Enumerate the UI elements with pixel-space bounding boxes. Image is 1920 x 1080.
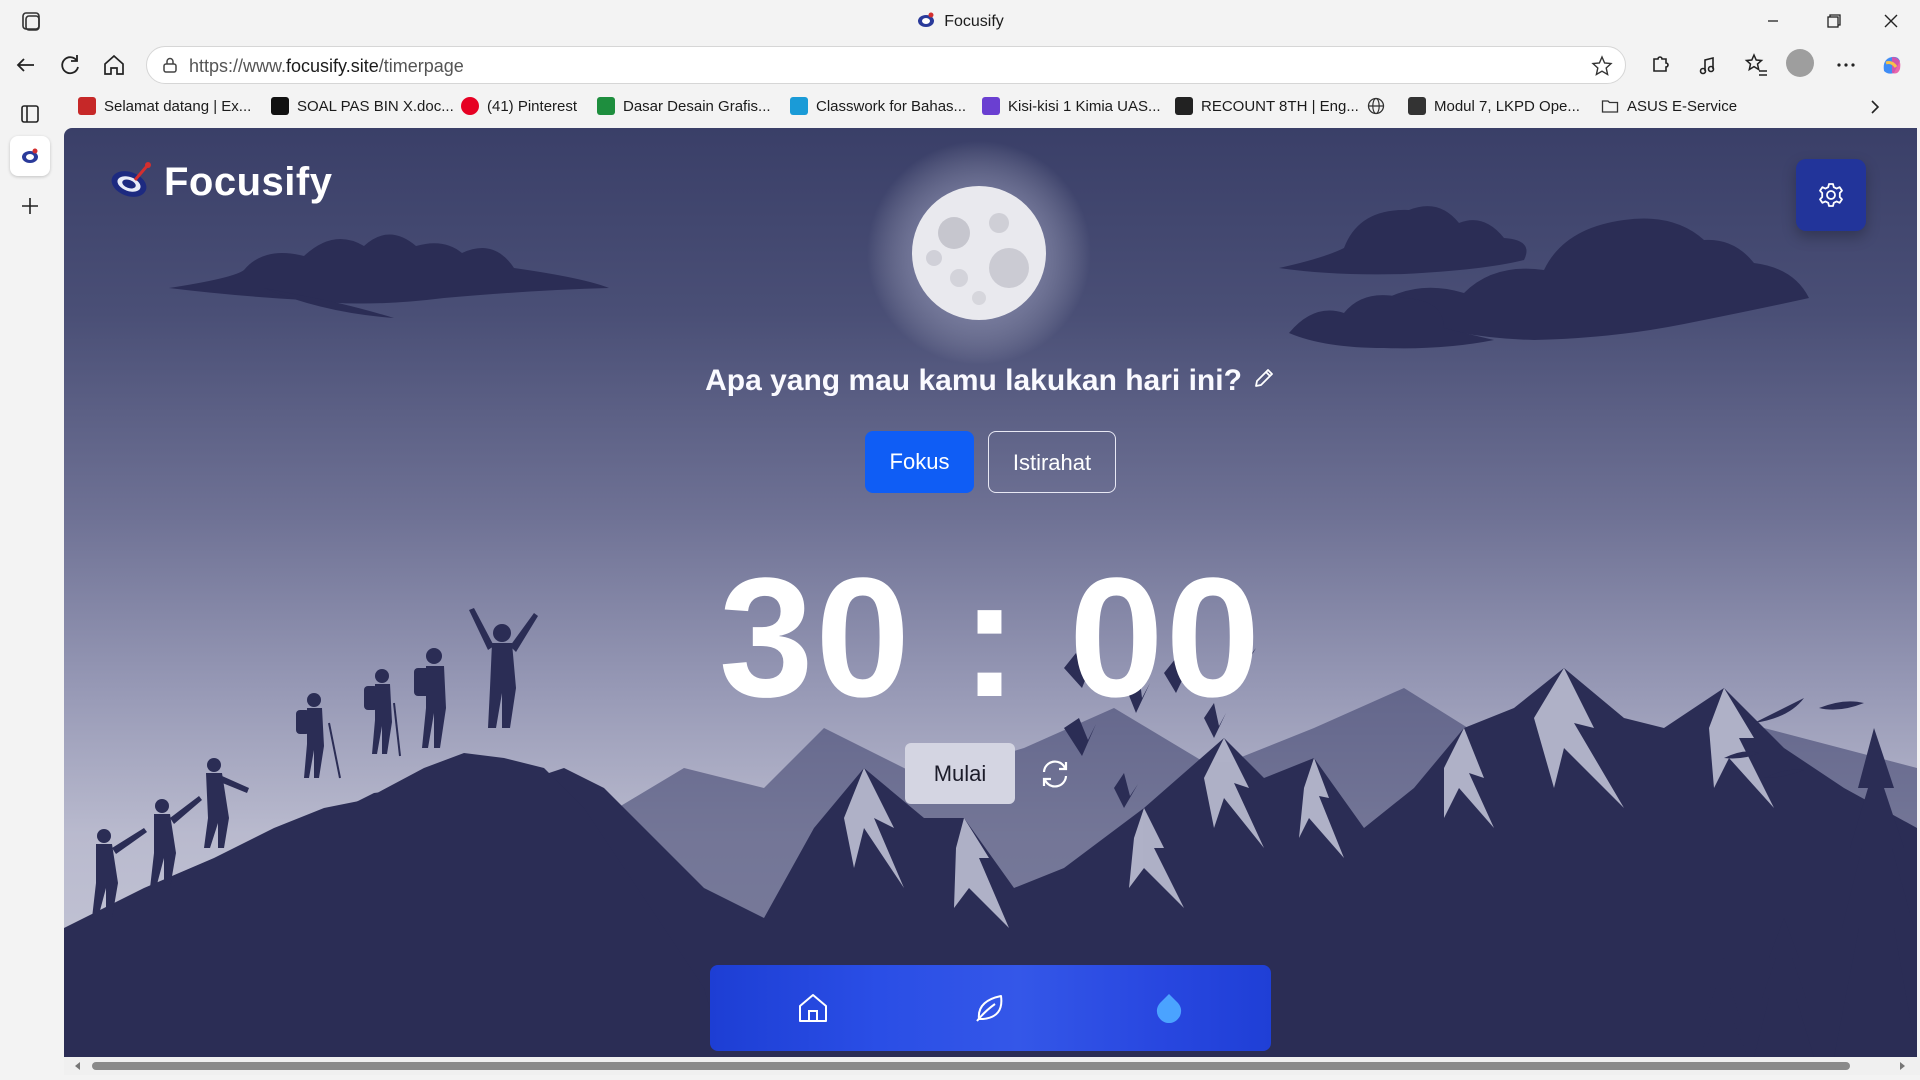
focusify-favicon-icon	[918, 12, 935, 27]
title-bar: Focusify	[0, 0, 1920, 42]
address-bar[interactable]: https://www.focusify.site/timerpage	[146, 46, 1626, 84]
gear-icon	[1819, 183, 1843, 207]
bookmark-item[interactable]: Dasar Desain Grafis...	[597, 97, 771, 117]
more-menu-icon[interactable]	[1832, 51, 1860, 79]
favorites-icon[interactable]	[1742, 51, 1770, 79]
url-prefix: https://www.	[189, 56, 287, 76]
copilot-icon[interactable]	[1878, 51, 1906, 79]
reset-icon[interactable]	[1036, 755, 1074, 793]
home-icon[interactable]	[794, 989, 832, 1027]
focus-mode-button[interactable]: Fokus	[865, 431, 974, 493]
url-path: /timerpage	[378, 56, 464, 76]
scroll-left-icon[interactable]	[72, 1060, 84, 1072]
timer-minutes: 30	[718, 543, 912, 733]
bookmark-item[interactable]: Classwork for Bahas...	[790, 97, 966, 117]
moon-icon	[912, 186, 1046, 320]
brand-name: Focusify	[164, 160, 333, 204]
leaf-icon[interactable]	[971, 989, 1009, 1027]
headline-text: Apa yang mau kamu lakukan hari ini?	[705, 364, 1242, 397]
scroll-right-icon[interactable]	[1896, 1060, 1908, 1072]
toolbar: https://www.focusify.site/timerpage	[0, 42, 1920, 88]
form-icon	[982, 97, 1000, 115]
close-icon[interactable]	[1874, 8, 1908, 34]
favorite-star-icon[interactable]	[1591, 55, 1613, 77]
bookmark-label: Classwork for Bahas...	[816, 98, 967, 115]
bookmark-label: Dasar Desain Grafis...	[623, 98, 771, 115]
start-button[interactable]: Mulai	[905, 743, 1015, 804]
quizizz-icon	[1175, 97, 1193, 115]
bookmark-item[interactable]: SOAL PAS BIN X.doc...	[271, 97, 454, 117]
classroom-icon	[790, 97, 808, 115]
summit-hill	[64, 753, 724, 1057]
bookmark-label: (41) Pinterest	[487, 98, 578, 115]
tab-actions-icon[interactable]	[16, 100, 44, 128]
window-title: Focusify	[0, 10, 1920, 31]
home-browser-icon[interactable]	[100, 51, 128, 79]
url-text[interactable]: https://www.focusify.site/timerpage	[189, 56, 464, 77]
lock-icon[interactable]	[161, 56, 179, 74]
task-headline[interactable]: Apa yang mau kamu lakukan hari ini?	[64, 364, 1917, 398]
page-viewport: Focusify Apa yang mau kamu lakukan hari …	[64, 128, 1917, 1057]
profile-avatar[interactable]	[1786, 49, 1814, 77]
bookmark-item[interactable]: Selamat datang | Ex...	[78, 97, 251, 117]
pinterest-icon	[461, 97, 479, 115]
bookmark-label: RECOUNT 8TH | Eng...	[1201, 98, 1359, 115]
water-drop-icon[interactable]	[1150, 989, 1188, 1027]
classroom-icon	[597, 97, 615, 115]
read-aloud-icon[interactable]	[1696, 51, 1724, 79]
timer-display: 30 : 00	[64, 538, 1917, 738]
restore-icon[interactable]	[1816, 8, 1850, 34]
new-tab-icon[interactable]	[16, 192, 44, 220]
minimize-icon[interactable]	[1756, 8, 1790, 34]
scrollbar-thumb[interactable]	[92, 1062, 1850, 1070]
folder-icon	[1601, 100, 1619, 113]
doc-icon	[271, 97, 289, 115]
globe-icon	[1367, 97, 1385, 115]
timer-seconds: 00	[1069, 543, 1263, 733]
url-domain: focusify.site	[286, 56, 379, 76]
edit-pencil-icon[interactable]	[1252, 366, 1276, 390]
cloud-left	[169, 234, 609, 318]
bookmark-label: ASUS E-Service	[1627, 98, 1738, 115]
refresh-icon[interactable]	[56, 51, 84, 79]
bookmark-label: Kisi-kisi 1 Kimia UAS...	[1008, 98, 1161, 115]
extensions-icon[interactable]	[1646, 51, 1674, 79]
bookmark-label: SOAL PAS BIN X.doc...	[297, 98, 454, 115]
bookmark-item[interactable]: (41) Pinterest	[461, 97, 577, 117]
bookmark-item[interactable]	[1367, 97, 1385, 117]
chevron-right-icon[interactable]	[1866, 98, 1884, 116]
timer-separator: :	[961, 543, 1020, 733]
rest-mode-button[interactable]: Istirahat	[988, 431, 1116, 493]
settings-button[interactable]	[1796, 159, 1866, 231]
bookmark-item[interactable]: Modul 7, LKPD Ope...	[1408, 97, 1580, 117]
bookmark-item[interactable]: RECOUNT 8TH | Eng...	[1175, 97, 1359, 117]
active-tab-focusify[interactable]	[10, 136, 50, 176]
bottom-navigation	[710, 965, 1271, 1051]
mail-icon	[78, 97, 96, 115]
back-icon[interactable]	[12, 51, 40, 79]
focusify-logo-icon	[111, 162, 151, 197]
bookmark-item[interactable]: Kisi-kisi 1 Kimia UAS...	[982, 97, 1161, 117]
folder-person-icon	[1408, 97, 1426, 115]
bookmarks-bar: Selamat datang | Ex... SOAL PAS BIN X.do…	[0, 88, 1920, 126]
horizontal-scrollbar[interactable]	[64, 1057, 1920, 1075]
bookmark-label: Selamat datang | Ex...	[104, 98, 252, 115]
bookmark-item[interactable]: ASUS E-Service	[1601, 97, 1737, 117]
cloud-right	[1279, 206, 1809, 349]
bookmark-label: Modul 7, LKPD Ope...	[1434, 98, 1580, 115]
window-title-text: Focusify	[944, 13, 1004, 30]
focusify-tab-icon	[22, 148, 38, 163]
vertical-tabs-sidebar	[0, 88, 62, 1080]
